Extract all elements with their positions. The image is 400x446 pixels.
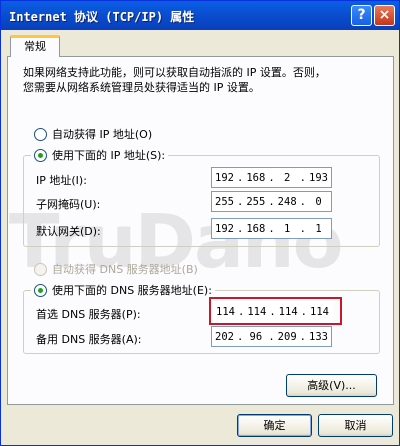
radio-auto-ip-label: 自动获得 IP 地址(O) — [52, 128, 153, 141]
title-bar[interactable]: Internet 协议 (TCP/IP) 属性 ? × — [1, 1, 399, 30]
radio-manual-ip[interactable]: 使用下面的 IP 地址(S): — [31, 147, 169, 163]
ip-address-field[interactable]: 192. 168. 2. 193 — [211, 167, 332, 188]
octet: 1 — [283, 222, 291, 235]
radio-auto-ip-indicator — [34, 127, 47, 141]
octet: 114 — [247, 305, 267, 318]
default-gateway-label: 默认网关(D): — [36, 225, 101, 238]
octet: 255 — [246, 195, 266, 208]
radio-auto-ip[interactable]: 自动获得 IP 地址(O) — [34, 126, 152, 142]
ok-button[interactable]: 确定 — [237, 414, 312, 437]
preferred-dns-label: 首选 DNS 服务器(P): — [36, 308, 141, 321]
close-button[interactable]: × — [374, 5, 395, 26]
subnet-mask-field[interactable]: 255. 255. 248. 0 — [211, 191, 332, 212]
radio-auto-dns-label: 自动获得 DNS 服务器地址(B) — [52, 263, 198, 276]
octet: 114 — [278, 305, 298, 318]
window-title: Internet 协议 (TCP/IP) 属性 — [9, 10, 195, 24]
octet: 202 — [215, 330, 234, 343]
radio-manual-ip-indicator — [34, 148, 47, 162]
tab-general[interactable]: 常规 — [10, 35, 60, 57]
octet: 133 — [309, 330, 328, 343]
radio-auto-dns[interactable]: 自动获得 DNS 服务器地址(B) — [34, 261, 198, 277]
radio-manual-ip-label: 使用下面的 IP 地址(S): — [52, 149, 166, 162]
octet: 96 — [249, 330, 263, 343]
octet: 248 — [277, 195, 297, 208]
radio-manual-dns-indicator — [34, 283, 47, 297]
octet: 2 — [283, 171, 291, 184]
octet: 1 — [315, 222, 322, 235]
octet: 168 — [246, 171, 266, 184]
octet: 192 — [215, 222, 234, 235]
default-gateway-field[interactable]: 192. 168. 1. 1 — [211, 218, 332, 239]
preferred-dns-field[interactable]: 114. 114. 114. 114 — [212, 301, 333, 322]
ip-address-label: IP 地址(I): — [36, 174, 87, 187]
octet: 193 — [309, 171, 328, 184]
description-line-2: 您需要从网络系统管理员处获得适当的 IP 设置。 — [23, 81, 260, 94]
octet: 114 — [310, 305, 329, 318]
help-button[interactable]: ? — [351, 5, 372, 26]
octet: 0 — [315, 195, 322, 208]
octet: 168 — [246, 222, 266, 235]
description-text: 如果网络支持此功能，则可以获取自动指派的 IP 设置。否则， 您需要从网络系统管… — [23, 65, 373, 95]
tcpip-properties-dialog: Internet 协议 (TCP/IP) 属性 ? × 常规 TruDano 如… — [0, 0, 400, 446]
radio-manual-dns[interactable]: 使用下面的 DNS 服务器地址(E): — [31, 282, 215, 298]
octet: 192 — [215, 171, 234, 184]
octet: 209 — [277, 330, 297, 343]
octet: 114 — [216, 305, 235, 318]
cancel-button[interactable]: 取消 — [318, 414, 393, 437]
alternate-dns-field[interactable]: 202. 96. 209. 133 — [211, 326, 332, 347]
alternate-dns-label: 备用 DNS 服务器(A): — [36, 333, 142, 346]
subnet-mask-label: 子网掩码(U): — [36, 198, 101, 211]
description-line-1: 如果网络支持此功能，则可以获取自动指派的 IP 设置。否则， — [23, 66, 326, 79]
octet: 255 — [215, 195, 234, 208]
advanced-button[interactable]: 高级(V)... — [286, 374, 377, 397]
radio-manual-dns-label: 使用下面的 DNS 服务器地址(E): — [52, 284, 212, 297]
radio-auto-dns-indicator — [34, 262, 47, 276]
